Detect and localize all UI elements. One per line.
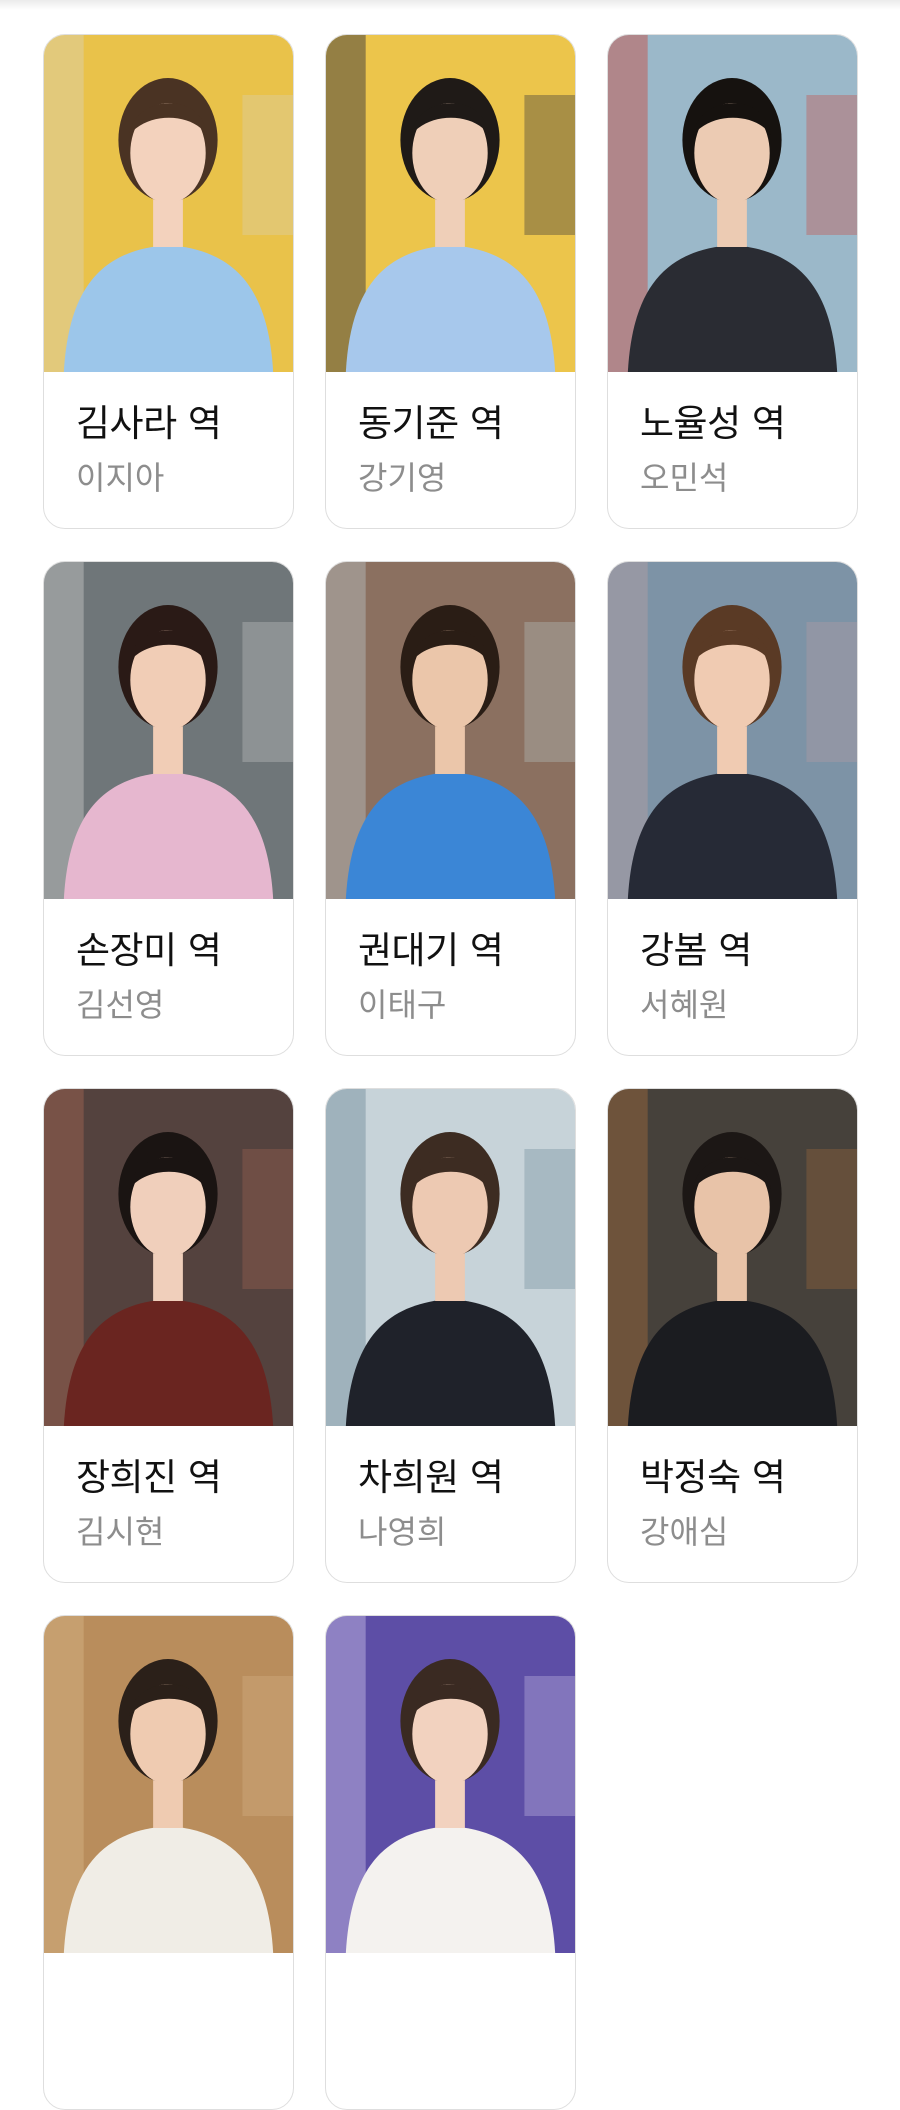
actor-name: 서혜원 (640, 986, 729, 1024)
actor-name: 김시현 (76, 1513, 165, 1551)
cast-card[interactable]: 손장미 역김선영 (43, 561, 294, 1056)
cast-card[interactable]: 노율성 역오민석 (607, 34, 858, 529)
cast-photo (326, 1616, 575, 1953)
actor-name: 이지아 (76, 459, 165, 497)
portrait-image (326, 35, 575, 372)
cast-photo (44, 1616, 293, 1953)
actor-name: 오민석 (640, 459, 729, 497)
portrait-image (44, 562, 293, 899)
cast-photo (608, 1089, 857, 1426)
cast-photo (44, 1089, 293, 1426)
cast-photo (326, 35, 575, 372)
role-name: 박정숙 역 (640, 1456, 786, 1499)
cast-photo (326, 562, 575, 899)
cast-card[interactable]: 동기준 역강기영 (325, 34, 576, 529)
role-name: 손장미 역 (76, 929, 222, 972)
cast-photo (608, 562, 857, 899)
portrait-image (608, 35, 857, 372)
role-name: 동기준 역 (358, 402, 504, 445)
cast-card[interactable]: 차희원 역나영희 (325, 1088, 576, 1583)
cast-card[interactable]: 강봄 역서혜원 (607, 561, 858, 1056)
cast-card[interactable]: 권대기 역이태구 (325, 561, 576, 1056)
portrait-image (44, 35, 293, 372)
cast-card[interactable]: 김사라 역이지아 (43, 34, 294, 529)
portrait-image (44, 1089, 293, 1426)
actor-name: 강애심 (640, 1513, 729, 1551)
top-edge-shadow (0, 0, 900, 10)
cast-card[interactable]: 장희진 역김시현 (43, 1088, 294, 1583)
actor-name: 나영희 (358, 1513, 447, 1551)
cast-photo (44, 562, 293, 899)
cast-grid: 김사라 역이지아 동기준 역강기영 노율성 역오민석 손장미 역김선영 권대기 … (43, 34, 858, 2110)
portrait-image (326, 1089, 575, 1426)
role-name: 차희원 역 (358, 1456, 504, 1499)
portrait-image (608, 1089, 857, 1426)
actor-name: 강기영 (358, 459, 447, 497)
role-name: 강봄 역 (640, 929, 752, 972)
cast-photo (608, 35, 857, 372)
cast-card[interactable] (325, 1615, 576, 2110)
portrait-image (44, 1616, 293, 1953)
role-name: 권대기 역 (358, 929, 504, 972)
role-name: 장희진 역 (76, 1456, 222, 1499)
cast-card[interactable]: 박정숙 역강애심 (607, 1088, 858, 1583)
actor-name: 김선영 (76, 986, 165, 1024)
cast-photo (326, 1089, 575, 1426)
cast-photo (44, 35, 293, 372)
role-name: 김사라 역 (76, 402, 222, 445)
portrait-image (326, 562, 575, 899)
cast-card[interactable] (43, 1615, 294, 2110)
portrait-image (608, 562, 857, 899)
actor-name: 이태구 (358, 986, 447, 1024)
portrait-image (326, 1616, 575, 1953)
role-name: 노율성 역 (640, 402, 786, 445)
